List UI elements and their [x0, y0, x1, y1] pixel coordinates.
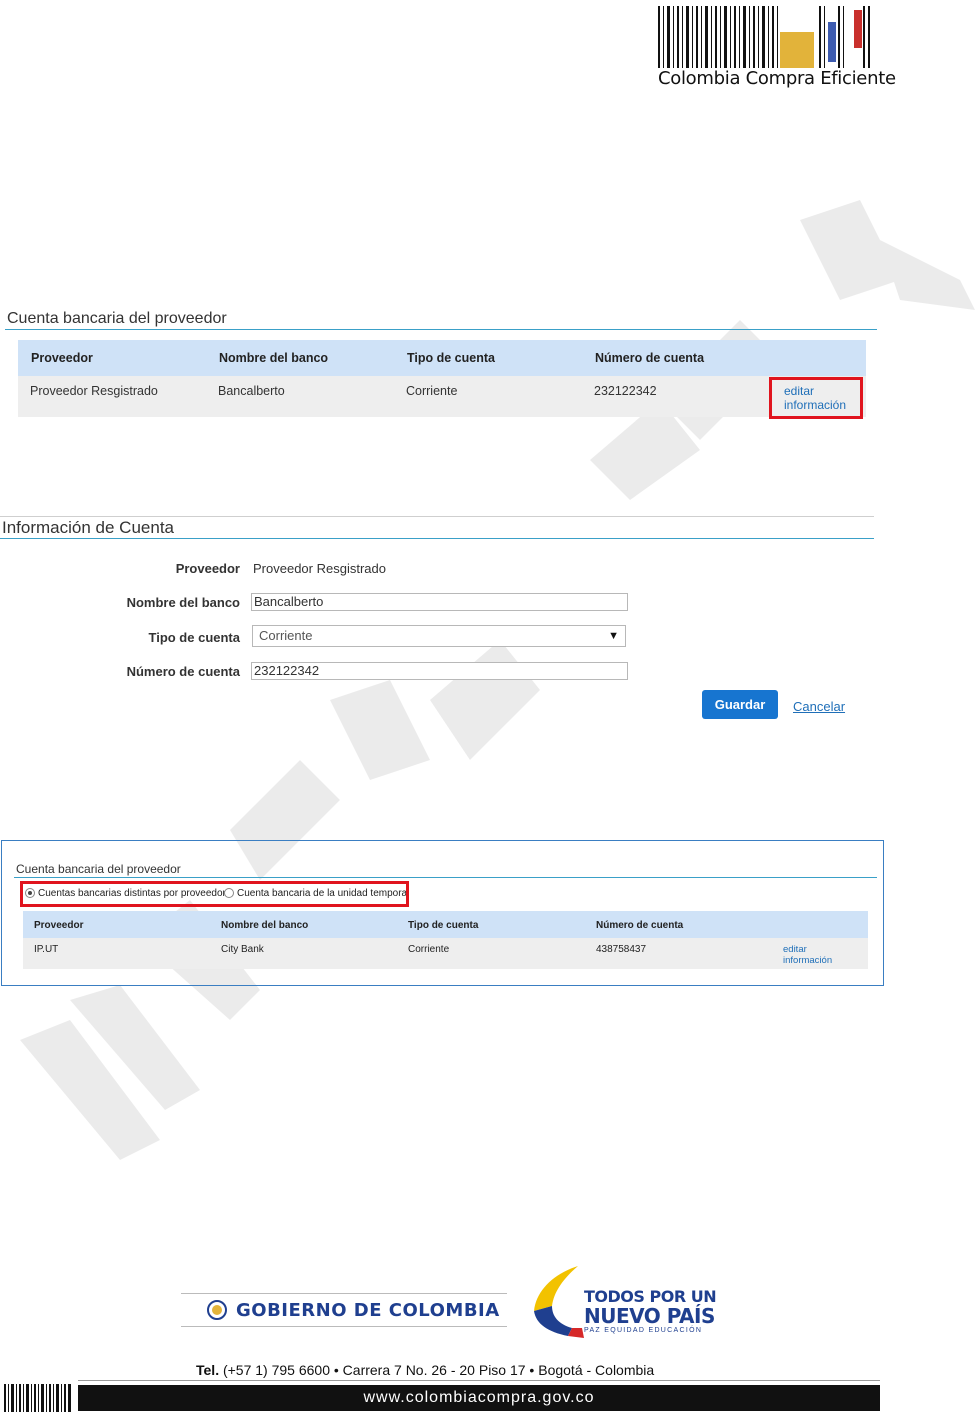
table-row: IP.UT City Bank Corriente 438758437 edit…	[23, 938, 868, 969]
cell-tipo: Corriente	[406, 384, 458, 398]
bank-name-input[interactable]: Bancalberto	[251, 593, 628, 611]
brand-name: Colombia Compra Eficiente	[658, 68, 896, 89]
column-header-proveedor: Proveedor	[31, 351, 93, 365]
chevron-down-icon: ▼	[608, 630, 619, 642]
contact-info: Tel. (+57 1) 795 6600 • Carrera 7 No. 26…	[196, 1362, 654, 1378]
table-row: Proveedor Resgistrado Bancalberto Corrie…	[18, 376, 866, 417]
account-type-select[interactable]: Corriente ▼	[252, 625, 626, 647]
embedded-screenshot-frame: Cuenta bancaria del proveedor Cuentas ba…	[1, 840, 884, 986]
todos-line2: NUEVO PAÍS	[584, 1304, 715, 1328]
column-header-numero: Número de cuenta	[595, 351, 705, 365]
edit-link-line2: información	[783, 955, 833, 966]
column-header-proveedor: Proveedor	[34, 920, 84, 931]
footer-divider	[78, 1380, 880, 1381]
highlight-box	[769, 377, 863, 419]
value-proveedor: Proveedor Resgistrado	[253, 561, 386, 576]
label-tipo: Tipo de cuenta	[148, 630, 241, 645]
cell-numero: 232122342	[594, 384, 657, 398]
label-proveedor: Proveedor	[175, 561, 240, 576]
edit-link-line1: editar	[783, 944, 807, 955]
section-divider	[0, 538, 874, 539]
label-banco: Nombre del banco	[126, 595, 240, 610]
todos-line3: PAZ EQUIDAD EDUCACIÓN	[584, 1327, 703, 1334]
cell-tipo: Corriente	[408, 944, 450, 955]
seal-icon	[207, 1300, 227, 1320]
cell-proveedor: IP.UT	[34, 944, 59, 955]
section-title: Cuenta bancaria del proveedor	[7, 310, 227, 327]
cancel-link[interactable]: Cancelar	[793, 699, 845, 714]
column-header-banco: Nombre del banco	[219, 351, 329, 365]
todos-por-un-nuevo-pais-logo-icon	[534, 1266, 584, 1338]
footer-barcode-icon	[4, 1384, 71, 1412]
cell-banco: City Bank	[221, 944, 264, 955]
gobierno-logo: GOBIERNO DE COLOMBIA	[181, 1293, 507, 1327]
column-header-banco: Nombre del banco	[221, 920, 309, 931]
contact-details: (+57 1) 795 6600 • Carrera 7 No. 26 - 20…	[219, 1362, 655, 1378]
column-header-tipo: Tipo de cuenta	[408, 920, 479, 931]
save-button[interactable]: Guardar	[702, 690, 778, 719]
gobierno-text: GOBIERNO DE COLOMBIA	[236, 1300, 500, 1321]
account-type-value: Corriente	[259, 628, 313, 643]
highlight-box	[20, 881, 409, 907]
section-divider-top	[0, 516, 874, 517]
contact-label: Tel.	[196, 1362, 220, 1378]
website-link[interactable]: www.colombiacompra.gov.co	[78, 1389, 880, 1407]
section-divider	[14, 877, 877, 878]
label-numero: Número de cuenta	[126, 664, 240, 679]
cell-banco: Bancalberto	[218, 384, 285, 398]
edit-info-link[interactable]: editar información	[783, 944, 832, 966]
website-bar: www.colombiacompra.gov.co	[78, 1385, 880, 1411]
column-header-numero: Número de cuenta	[596, 920, 684, 931]
section-title: Información de Cuenta	[2, 518, 174, 537]
section-title: Cuenta bancaria del proveedor	[16, 862, 181, 876]
table-header: Proveedor Nombre del banco Tipo de cuent…	[18, 340, 866, 376]
column-header-tipo: Tipo de cuenta	[407, 351, 495, 365]
barcode-logo-icon	[658, 6, 870, 68]
cell-proveedor: Proveedor Resgistrado	[30, 384, 158, 398]
cell-numero: 438758437	[596, 944, 647, 955]
section-divider	[5, 329, 877, 330]
account-number-input[interactable]: 232122342	[251, 662, 628, 680]
table-header: Proveedor Nombre del banco Tipo de cuent…	[23, 911, 868, 938]
